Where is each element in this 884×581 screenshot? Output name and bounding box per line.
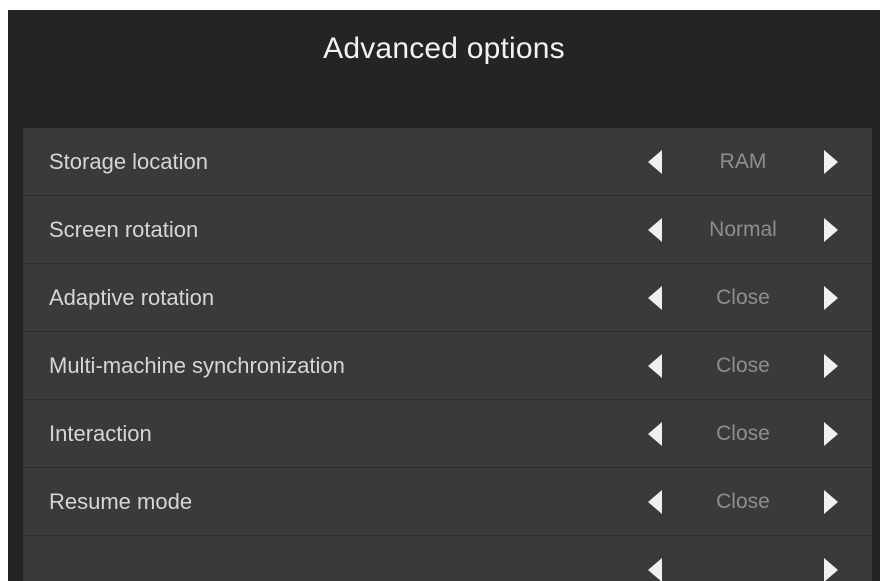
triangle-left-icon[interactable]	[648, 422, 662, 446]
setting-value: Close	[716, 490, 770, 513]
page-title: Advanced options	[323, 32, 565, 65]
setting-value: RAM	[719, 150, 767, 173]
triangle-right-icon[interactable]	[824, 150, 838, 174]
setting-row-partial[interactable]	[23, 536, 872, 581]
triangle-left-icon[interactable]	[648, 490, 662, 514]
setting-row-storage-location[interactable]: Storage location RAM	[23, 128, 872, 196]
setting-row-screen-rotation[interactable]: Screen rotation Normal	[23, 196, 872, 264]
setting-value: Close	[716, 354, 770, 377]
settings-list: Storage location RAM Screen rotation Nor…	[23, 128, 872, 581]
setting-label: Multi-machine synchronization	[49, 353, 345, 378]
triangle-right-icon[interactable]	[824, 558, 838, 581]
setting-row-resume-mode[interactable]: Resume mode Close	[23, 468, 872, 536]
setting-row-multi-machine-sync[interactable]: Multi-machine synchronization Close	[23, 332, 872, 400]
triangle-left-icon[interactable]	[648, 558, 662, 581]
triangle-left-icon[interactable]	[648, 150, 662, 174]
triangle-right-icon[interactable]	[824, 354, 838, 378]
triangle-left-icon[interactable]	[648, 354, 662, 378]
setting-label: Screen rotation	[49, 217, 199, 242]
triangle-right-icon[interactable]	[824, 490, 838, 514]
setting-row-interaction[interactable]: Interaction Close	[23, 400, 872, 468]
setting-value: Close	[716, 286, 770, 309]
triangle-right-icon[interactable]	[824, 422, 838, 446]
advanced-options-screen: Advanced options Storage location RAM Sc…	[8, 10, 880, 581]
setting-label: Storage location	[49, 149, 208, 174]
setting-label: Interaction	[49, 421, 152, 446]
setting-value: Normal	[709, 218, 777, 241]
setting-label: Adaptive rotation	[49, 285, 215, 310]
setting-label: Resume mode	[49, 489, 193, 514]
setting-row-adaptive-rotation[interactable]: Adaptive rotation Close	[23, 264, 872, 332]
triangle-left-icon[interactable]	[648, 286, 662, 310]
triangle-right-icon[interactable]	[824, 286, 838, 310]
triangle-right-icon[interactable]	[824, 218, 838, 242]
setting-value: Close	[716, 422, 770, 445]
triangle-left-icon[interactable]	[648, 218, 662, 242]
